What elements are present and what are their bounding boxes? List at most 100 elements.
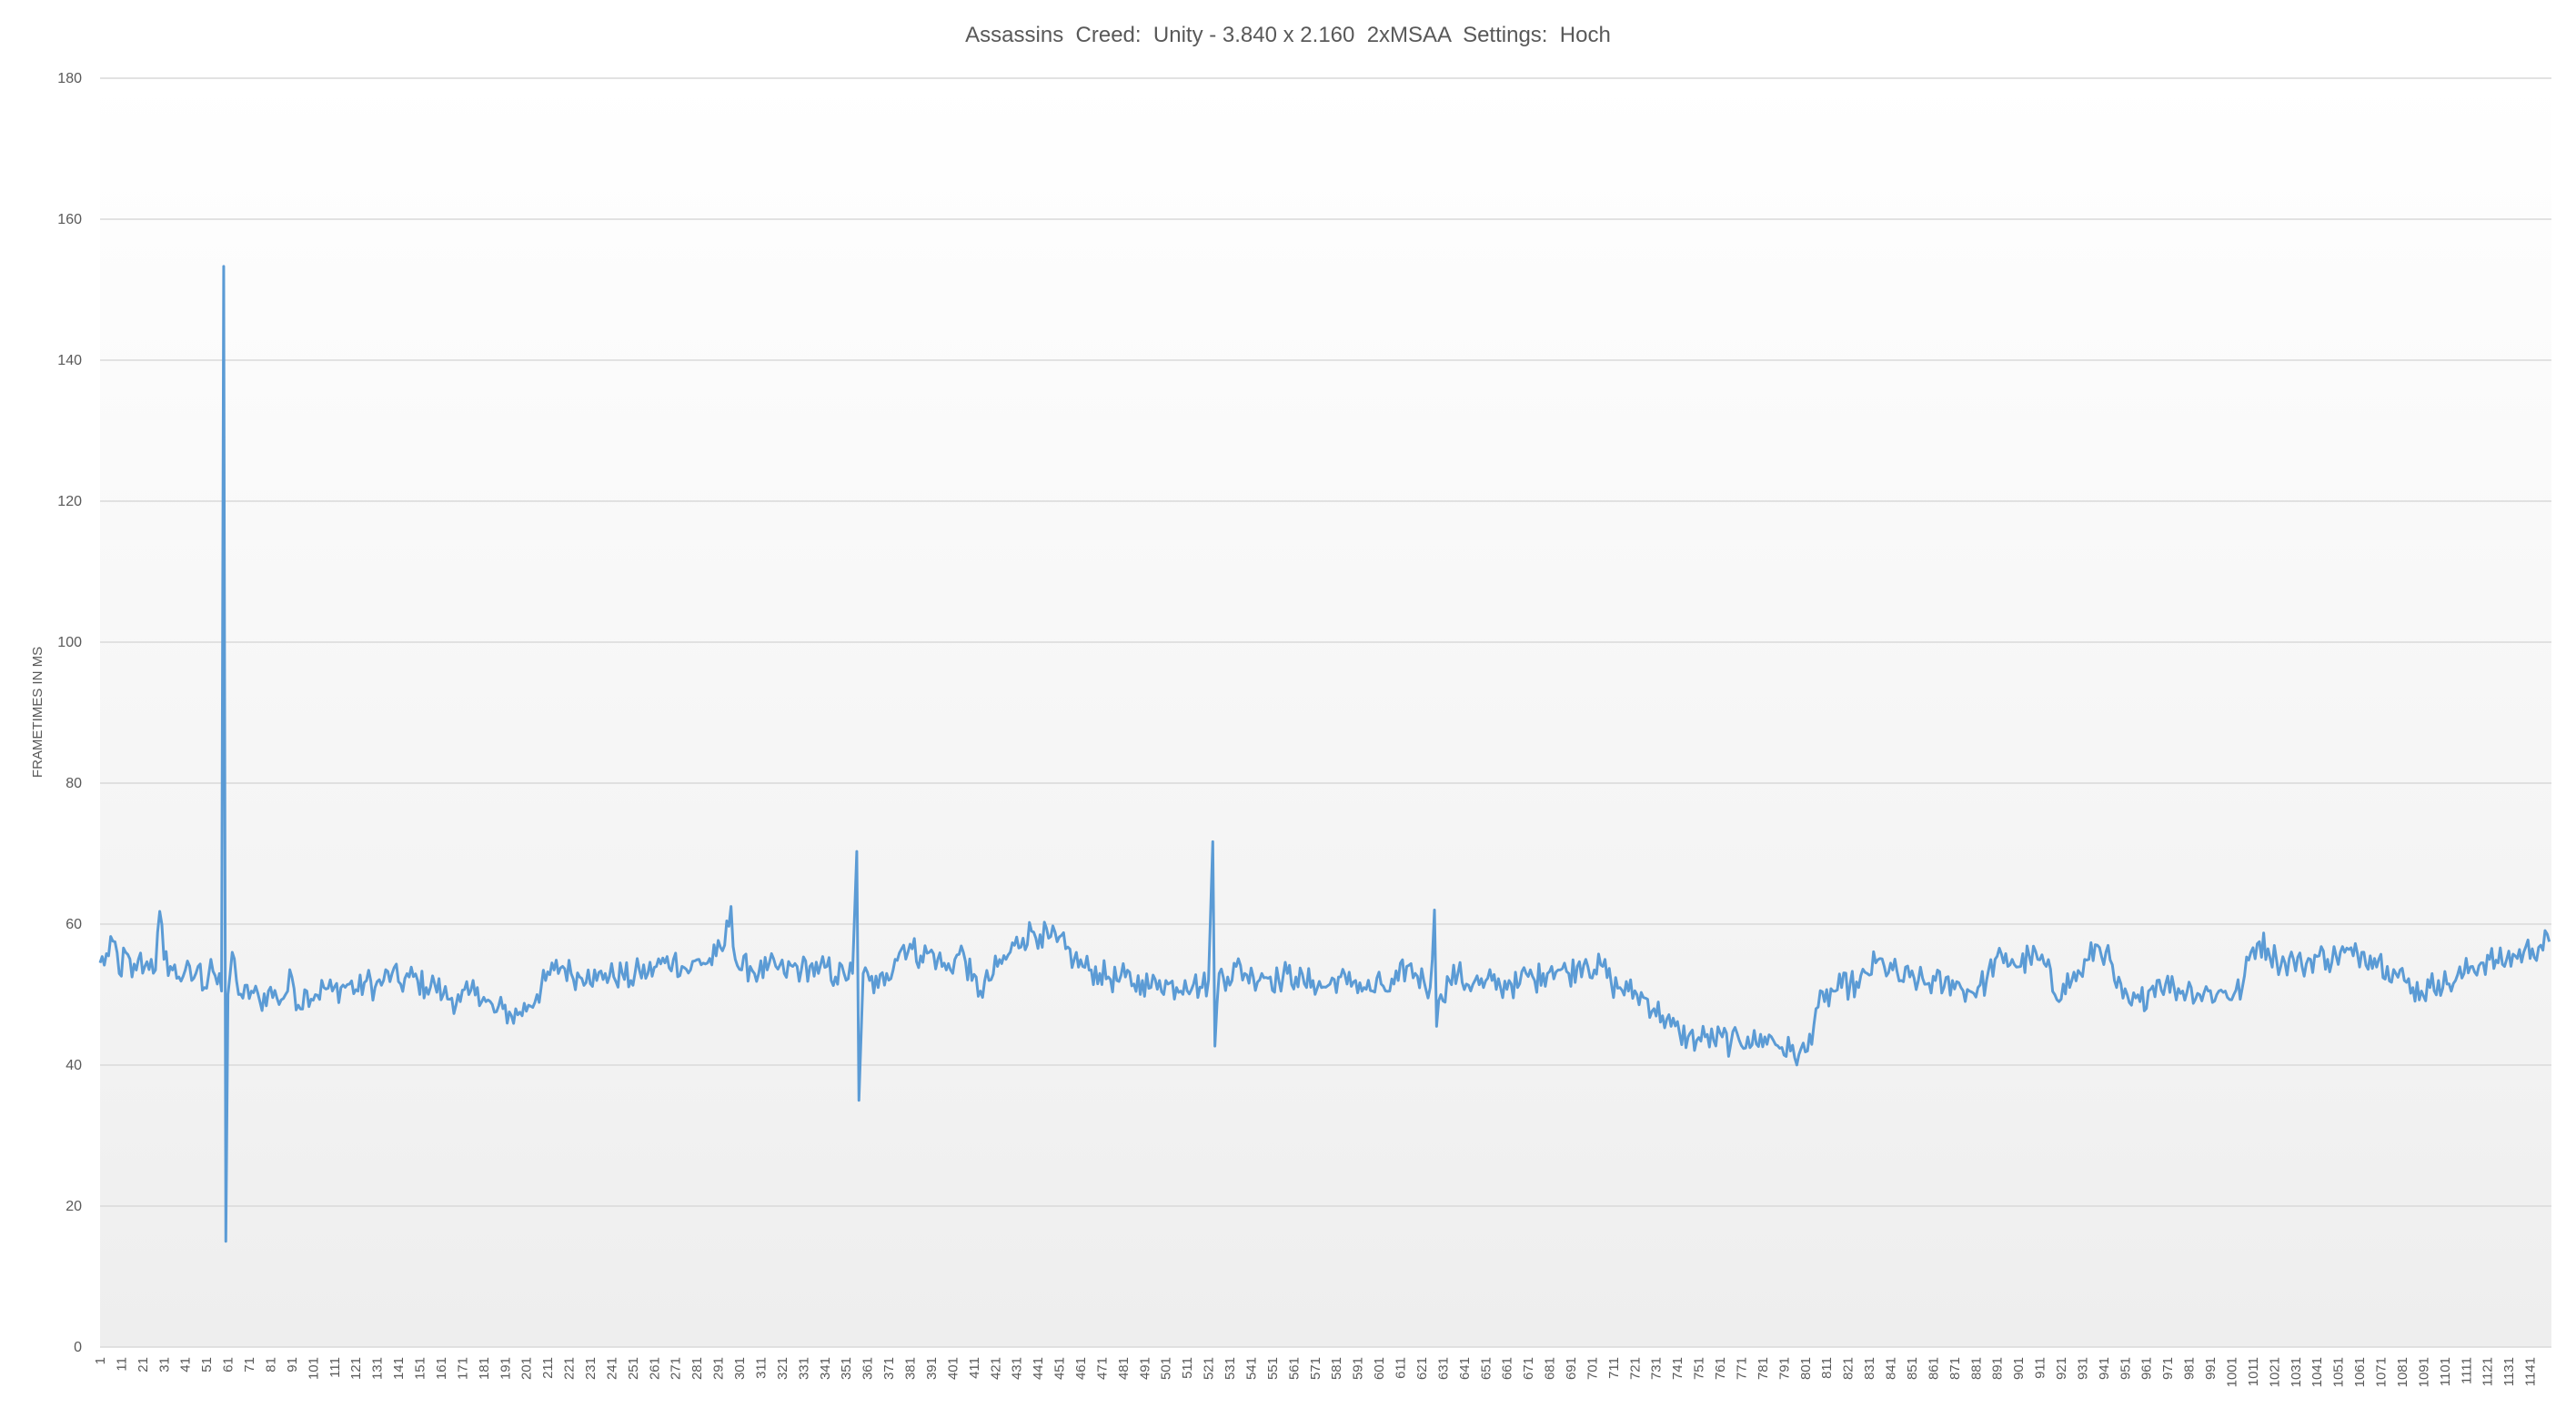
x-tick-label: 271 [669,1357,684,1380]
x-tick-label: 571 [1308,1357,1323,1380]
x-tick-label: 81 [263,1357,278,1373]
y-tick-label: 160 [57,212,82,227]
y-axis-label: FRAMETIMES IN MS [30,647,45,778]
y-tick-label: 140 [57,353,82,368]
x-tick-label: 931 [2075,1357,2090,1380]
x-tick-label: 751 [1692,1357,1707,1380]
x-tick-label: 471 [1094,1357,1110,1380]
x-tick-label: 821 [1841,1357,1857,1380]
x-tick-label: 101 [306,1357,321,1380]
x-tick-label: 511 [1180,1357,1195,1379]
x-tick-label: 1061 [2352,1357,2368,1387]
x-tick-label: 71 [242,1357,257,1373]
x-tick-label: 461 [1073,1357,1089,1380]
x-tick-label: 921 [2054,1357,2069,1380]
x-tick-label: 871 [1947,1357,1963,1380]
x-tick-label: 91 [285,1357,300,1373]
x-tick-label: 1091 [2416,1357,2431,1387]
y-tick-label: 80 [65,776,82,791]
x-tick-label: 141 [391,1357,407,1380]
x-tick-label: 411 [967,1357,982,1379]
x-tick-label: 1011 [2246,1357,2261,1386]
x-tick-label: 991 [2203,1357,2219,1380]
x-tick-label: 211 [540,1357,556,1379]
x-tick-label: 531 [1223,1357,1238,1380]
x-tick-label: 311 [753,1357,769,1379]
x-tick-label: 481 [1116,1357,1132,1380]
x-tick-label: 831 [1862,1357,1877,1380]
x-tick-label: 241 [604,1357,619,1380]
x-tick-label: 961 [2139,1357,2155,1380]
x-tick-label: 421 [988,1357,1003,1380]
x-tick-label: 1071 [2374,1357,2390,1387]
chart-title: Assassins Creed: Unity - 3.840 x 2.160 2… [965,23,1611,47]
x-tick-label: 691 [1564,1357,1579,1380]
x-tick-label: 501 [1159,1357,1174,1380]
x-tick-label: 911 [2033,1357,2048,1379]
x-tick-label: 611 [1394,1357,1409,1379]
x-tick-label: 231 [583,1357,599,1380]
x-tick-label: 951 [2118,1357,2133,1380]
x-tick-label: 801 [1798,1357,1814,1380]
x-tick-label: 901 [2011,1357,2027,1380]
y-tick-labels: 0 20 40 60 80 100 120 140 160 180 [57,71,82,1355]
x-tick-label: 41 [178,1357,194,1373]
x-tick-label: 11 [114,1357,129,1372]
x-tick-label: 111 [327,1357,343,1378]
x-tick-label: 781 [1756,1357,1771,1380]
x-tick-label: 291 [711,1357,727,1380]
x-tick-label: 451 [1052,1357,1068,1380]
x-tick-label: 541 [1243,1357,1259,1380]
x-tick-label: 851 [1905,1357,1920,1380]
x-tick-label: 861 [1926,1357,1941,1380]
x-tick-label: 981 [2182,1357,2198,1380]
x-tick-label: 701 [1585,1357,1600,1380]
x-tick-label: 261 [647,1357,662,1380]
y-tick-label: 100 [57,635,82,650]
x-tick-label: 771 [1734,1357,1749,1380]
x-tick-label: 21 [136,1357,151,1373]
x-tick-label: 651 [1478,1357,1494,1380]
x-tick-label: 551 [1265,1357,1281,1380]
x-tick-label: 31 [156,1357,172,1373]
x-tick-label: 151 [413,1357,428,1380]
x-tick-label: 331 [796,1357,811,1380]
x-tick-label: 1051 [2331,1357,2347,1387]
x-tick-label: 321 [775,1357,790,1380]
x-tick-label: 731 [1649,1357,1665,1380]
y-tick-label: 20 [65,1199,82,1214]
x-tick-label: 581 [1329,1357,1344,1380]
frametime-chart: 0 20 40 60 80 100 120 140 160 180 1 11 21 31 41 51 61 71… [0,0,2576,1408]
x-tick-label: 281 [689,1357,705,1380]
x-tick-label: 631 [1435,1357,1451,1380]
x-tick-label: 1021 [2267,1357,2282,1387]
x-tick-label: 441 [1031,1357,1046,1380]
x-tick-label: 51 [199,1357,215,1373]
x-tick-label: 741 [1670,1357,1685,1380]
x-tick-label: 371 [881,1357,897,1380]
x-tick-label: 201 [519,1357,535,1380]
y-tick-label: 40 [65,1058,82,1073]
chart-canvas: 020406080100120140160180 1 11 21 31 41 51 61 71… [30,23,2551,1387]
x-tick-label: 1001 [2224,1357,2239,1387]
x-tick-label: 971 [2160,1357,2176,1380]
x-tick-label: 591 [1351,1357,1366,1380]
x-tick-labels: 1 11 21 31 41 51 61 71 81 91 101 111 121 131 141 151 161… [93,1357,2539,1387]
x-tick-label: 601 [1372,1357,1387,1380]
x-tick-label: 811 [1819,1357,1835,1379]
x-tick-label: 401 [945,1357,961,1380]
x-tick-label: 621 [1414,1357,1430,1380]
x-tick-label: 711 [1606,1357,1622,1379]
x-tick-label: 1131 [2501,1357,2517,1386]
x-tick-label: 1081 [2395,1357,2410,1387]
x-tick-label: 251 [626,1357,641,1380]
x-tick-label: 341 [818,1357,833,1380]
x-tick-label: 1 [93,1357,108,1364]
x-tick-label: 61 [221,1357,236,1373]
x-tick-label: 381 [903,1357,919,1380]
x-tick-label: 121 [348,1357,364,1380]
x-tick-label: 171 [455,1357,470,1380]
x-tick-label: 791 [1776,1357,1792,1380]
x-tick-label: 431 [1010,1357,1025,1380]
x-tick-label: 721 [1627,1357,1643,1380]
